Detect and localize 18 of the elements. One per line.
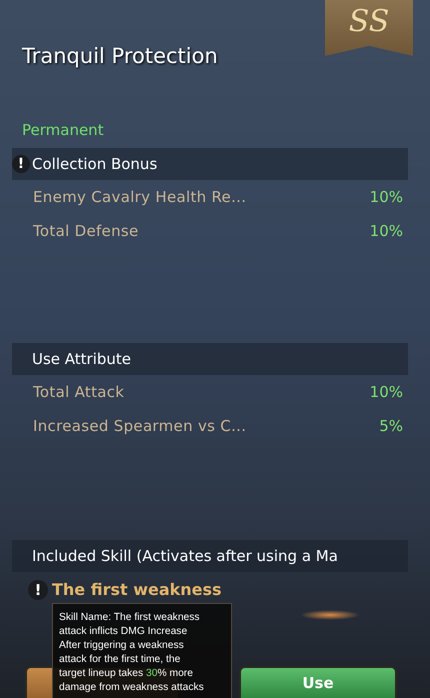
skill-name[interactable]: The first weakness xyxy=(52,579,222,601)
attribute-value: 10% xyxy=(370,221,403,241)
item-title: Tranquil Protection xyxy=(22,43,219,70)
attribute-label: Total Defense xyxy=(33,221,139,241)
attribute-label: Increased Spearmen vs C... xyxy=(33,416,246,436)
attribute-label: Total Attack xyxy=(33,382,124,402)
section-title: Included Skill (Activates after using a Ma xyxy=(32,546,338,566)
attribute-value: 10% xyxy=(370,187,403,207)
info-icon[interactable]: ! xyxy=(12,155,30,173)
attribute-value: 5% xyxy=(379,416,403,436)
attribute-label: Enemy Cavalry Health Re... xyxy=(33,187,246,207)
attribute-value: 10% xyxy=(370,382,403,402)
skill-tooltip: Skill Name: The first weakness attack inflicts DMG Increase After triggering a weakness attack for the first time, the target lineup takes 30% more damage from weakness attacks xyxy=(52,603,232,698)
section-title: Collection Bonus xyxy=(32,154,158,174)
duration-label: Permanent xyxy=(22,120,105,140)
section-title: Use Attribute xyxy=(32,349,132,369)
info-icon[interactable]: ! xyxy=(28,580,48,600)
grade-label: SS xyxy=(348,4,390,40)
